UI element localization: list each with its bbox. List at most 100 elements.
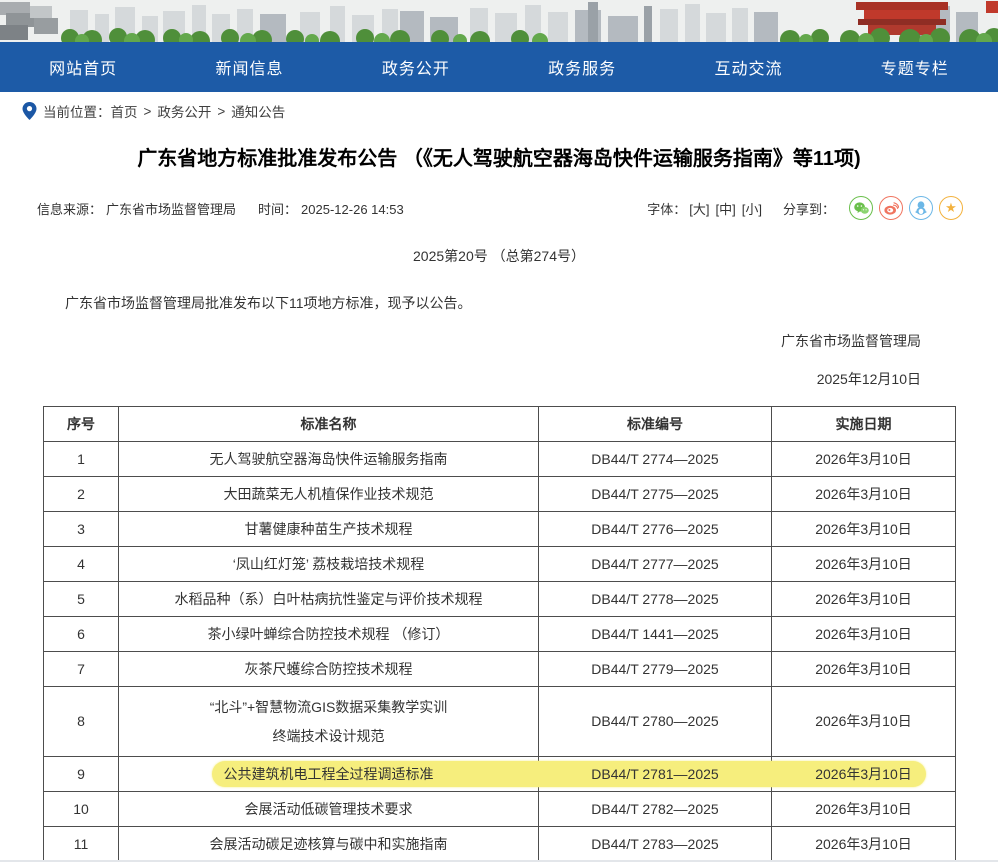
- nav-gov-open[interactable]: 政务公开: [333, 55, 499, 79]
- cell-no: 11: [44, 827, 119, 862]
- cell-no: 10: [44, 792, 119, 827]
- qq-icon: [915, 201, 927, 215]
- cell-standard-code: DB44/T 2780—2025: [539, 687, 772, 757]
- cell-impl-date: 2026年3月10日: [772, 547, 956, 582]
- cell-no: 8: [44, 687, 119, 757]
- cell-standard-name: 灰茶尺蠖综合防控技术规程: [119, 652, 539, 687]
- breadcrumb-gov-open[interactable]: 政务公开: [157, 101, 211, 121]
- cell-standard-name: 茶小绿叶蝉综合防控技术规程 （修订）: [119, 617, 539, 652]
- cell-standard-name: ‘凤山红灯笼’ 荔枝栽培技术规程: [119, 547, 539, 582]
- table-row: 10 会展活动低碳管理技术要求 DB44/T 2782—2025 2026年3月…: [44, 792, 956, 827]
- header-date: 实施日期: [772, 407, 956, 442]
- standards-table-wrap: 序号 标准名称 标准编号 实施日期 1 无人驾驶航空器海岛快件运输服务指南 DB…: [43, 406, 955, 862]
- meta-tools: 字体： [大] [中] [小] 分享到：: [647, 196, 963, 220]
- cell-standard-name: 会展活动碳足迹核算与碳中和实施指南: [119, 827, 539, 862]
- font-small-button[interactable]: [小]: [742, 199, 762, 218]
- cell-no: 4: [44, 547, 119, 582]
- breadcrumb-home[interactable]: 首页: [111, 101, 138, 121]
- cell-no: 6: [44, 617, 119, 652]
- nav-news[interactable]: 新闻信息: [166, 55, 332, 79]
- table-row: 3 甘薯健康种苗生产技术规程 DB44/T 2776—2025 2026年3月1…: [44, 512, 956, 547]
- cell-impl-date: 2026年3月10日: [772, 477, 956, 512]
- cell-impl-date: 2026年3月10日: [772, 442, 956, 477]
- breadcrumb-separator: >: [144, 104, 152, 119]
- cell-no: 5: [44, 582, 119, 617]
- cell-impl-date: 2026年3月10日: [772, 827, 956, 862]
- cell-impl-date: 2026年3月10日: [772, 687, 956, 757]
- breadcrumb-separator: >: [217, 104, 225, 119]
- body-paragraph: 广东省市场监督管理局批准发布以下11项地方标准，现予以公告。: [37, 292, 961, 314]
- skyline-graphic: [0, 0, 998, 42]
- share-label: 分享到：: [783, 199, 835, 218]
- header-name: 标准名称: [119, 407, 539, 442]
- table-row: 8 “北斗”+智慧物流GIS数据采集教学实训终端技术设计规范 DB44/T 27…: [44, 687, 956, 757]
- location-pin-icon: [22, 102, 37, 120]
- star-icon: ★: [945, 200, 957, 216]
- signature-org: 广东省市场监督管理局: [19, 330, 979, 352]
- cell-standard-code: DB44/T 2774—2025: [539, 442, 772, 477]
- font-medium-button[interactable]: [中]: [716, 199, 736, 218]
- cell-impl-date: 2026年3月10日: [772, 512, 956, 547]
- nav-interaction[interactable]: 互动交流: [665, 55, 831, 79]
- time-label: 时间：: [258, 202, 297, 217]
- main-nav: 网站首页 新闻信息 政务公开 政务服务 互动交流 专题专栏: [0, 42, 998, 92]
- weibo-icon: [884, 202, 899, 215]
- nav-home[interactable]: 网站首页: [0, 55, 166, 79]
- source-value: 广东省市场监督管理局: [106, 202, 236, 217]
- cell-impl-date: 2026年3月10日: [772, 652, 956, 687]
- table-row: 1 无人驾驶航空器海岛快件运输服务指南 DB44/T 2774—2025 202…: [44, 442, 956, 477]
- cell-standard-name: 会展活动低碳管理技术要求: [119, 792, 539, 827]
- cell-standard-code: DB44/T 2779—2025: [539, 652, 772, 687]
- cell-standard-name: 甘薯健康种苗生产技术规程: [119, 512, 539, 547]
- nav-special[interactable]: 专题专栏: [832, 55, 998, 79]
- cell-standard-code: DB44/T 1441—2025: [539, 617, 772, 652]
- cell-standard-code: DB44/T 2778—2025: [539, 582, 772, 617]
- header-code: 标准编号: [539, 407, 772, 442]
- article: 广东省地方标准批准发布公告 （《无人驾驶航空器海岛快件运输服务指南》等11项) …: [19, 144, 979, 862]
- cell-no: 2: [44, 477, 119, 512]
- table-header-row: 序号 标准名称 标准编号 实施日期: [44, 407, 956, 442]
- breadcrumb: 当前位置： 首页 > 政务公开 > 通知公告: [0, 92, 998, 130]
- font-large-button[interactable]: [大]: [689, 199, 709, 218]
- page-title: 广东省地方标准批准发布公告 （《无人驾驶航空器海岛快件运输服务指南》等11项): [19, 144, 979, 174]
- cell-standard-code: DB44/T 2783—2025: [539, 827, 772, 862]
- cell-no: 1: [44, 442, 119, 477]
- cell-standard-code: DB44/T 2777—2025: [539, 547, 772, 582]
- star-share-icon[interactable]: ★: [939, 196, 963, 220]
- font-size-label: 字体：: [647, 199, 686, 218]
- source-label: 信息来源：: [37, 202, 102, 217]
- header-no: 序号: [44, 407, 119, 442]
- meta-source: 信息来源： 广东省市场监督管理局 时间： 2025-12-26 14:53: [37, 199, 408, 218]
- weibo-share-icon[interactable]: [879, 196, 903, 220]
- table-row: 11 会展活动碳足迹核算与碳中和实施指南 DB44/T 2783—2025 20…: [44, 827, 956, 862]
- wechat-share-icon[interactable]: [849, 196, 873, 220]
- cell-impl-date: 2026年3月10日: [772, 582, 956, 617]
- breadcrumb-notices[interactable]: 通知公告: [231, 101, 285, 121]
- cell-no: 9: [44, 757, 119, 792]
- cell-impl-date: 2026年3月10日: [772, 792, 956, 827]
- page: 网站首页 新闻信息 政务公开 政务服务 互动交流 专题专栏 当前位置： 首页 >…: [0, 0, 998, 862]
- meta-row: 信息来源： 广东省市场监督管理局 时间： 2025-12-26 14:53 字体： […: [19, 196, 979, 220]
- table-row: 6 茶小绿叶蝉综合防控技术规程 （修订） DB44/T 1441—2025 20…: [44, 617, 956, 652]
- cell-impl-date: 2026年3月10日: [772, 617, 956, 652]
- cell-standard-name: 无人驾驶航空器海岛快件运输服务指南: [119, 442, 539, 477]
- cell-standard-name: 水稻品种（系）白叶枯病抗性鉴定与评价技术规程: [119, 582, 539, 617]
- table-row: 7 灰茶尺蠖综合防控技术规程 DB44/T 2779—2025 2026年3月1…: [44, 652, 956, 687]
- table-row: 5 水稻品种（系）白叶枯病抗性鉴定与评价技术规程 DB44/T 2778—202…: [44, 582, 956, 617]
- cell-standard-name: 大田蔬菜无人机植保作业技术规范: [119, 477, 539, 512]
- signature-date: 2025年12月10日: [19, 368, 979, 390]
- table-row: 2 大田蔬菜无人机植保作业技术规范 DB44/T 2775—2025 2026年…: [44, 477, 956, 512]
- standards-table: 序号 标准名称 标准编号 实施日期 1 无人驾驶航空器海岛快件运输服务指南 DB…: [43, 406, 956, 862]
- wechat-icon: [854, 202, 869, 215]
- doc-number: 2025第20号 （总第274号）: [19, 246, 979, 266]
- banner-photo: [0, 0, 998, 42]
- nav-gov-service[interactable]: 政务服务: [499, 55, 665, 79]
- cell-no: 3: [44, 512, 119, 547]
- time-value: 2025-12-26 14:53: [301, 202, 404, 217]
- cell-no: 7: [44, 652, 119, 687]
- qq-share-icon[interactable]: [909, 196, 933, 220]
- cell-standard-code: DB44/T 2775—2025: [539, 477, 772, 512]
- cell-standard-code: DB44/T 2776—2025: [539, 512, 772, 547]
- table-row: 4 ‘凤山红灯笼’ 荔枝栽培技术规程 DB44/T 2777—2025 2026…: [44, 547, 956, 582]
- cell-standard-code: DB44/T 2782—2025: [539, 792, 772, 827]
